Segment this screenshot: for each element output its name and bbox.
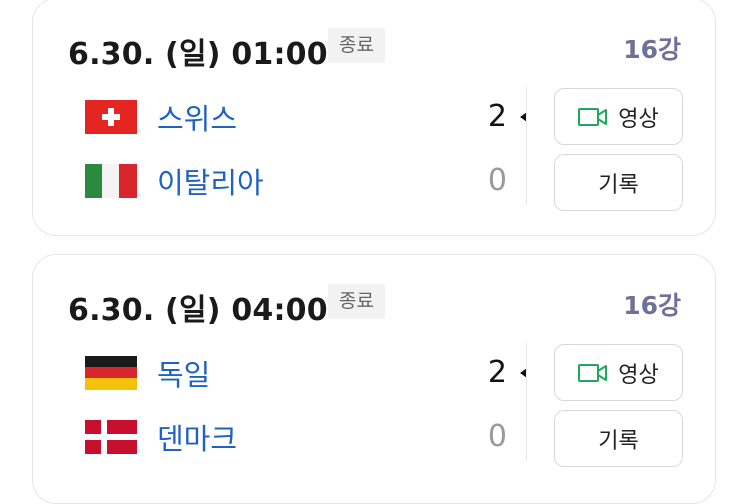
team-score: 2 [487,355,507,390]
video-camera-icon [578,107,608,126]
video-camera-icon [578,363,608,382]
status-badge: 종료 [328,28,385,63]
video-button-label: 영상 [618,362,659,388]
team-score: 0 [487,163,507,198]
video-button[interactable]: 영상 [554,88,683,145]
match-card: 6.30. (일) 04:00 종료 16강 독일 2 덴마크 0 영상 기록 [32,254,716,504]
team-row-away: 덴마크 [85,415,237,459]
switzerland-flag-icon [85,100,137,134]
round-label: 16강 [623,35,681,64]
record-button[interactable]: 기록 [554,154,683,211]
match-datetime: 6.30. (일) 01:00 [68,37,328,72]
divider [526,343,527,461]
denmark-flag-icon [85,420,137,454]
record-button[interactable]: 기록 [554,410,683,467]
team-score: 2 [487,99,507,134]
record-button-label: 기록 [598,428,639,454]
team-score: 0 [487,419,507,454]
team-name-link[interactable]: 독일 [157,352,210,394]
video-button-label: 영상 [618,106,659,132]
divider [526,87,527,205]
status-badge: 종료 [328,284,385,319]
team-row-away: 이탈리아 [85,159,264,203]
team-row-home: 독일 [85,351,210,395]
match-card: 6.30. (일) 01:00 종료 16강 스위스 2 이탈리아 0 영상 기… [32,0,716,236]
team-name-link[interactable]: 스위스 [157,96,237,138]
germany-flag-icon [85,356,137,390]
record-button-label: 기록 [598,172,639,198]
round-label: 16강 [623,291,681,320]
italy-flag-icon [85,164,137,198]
team-row-home: 스위스 [85,95,237,139]
match-datetime: 6.30. (일) 04:00 [68,293,328,328]
team-name-link[interactable]: 이탈리아 [157,160,264,202]
video-button[interactable]: 영상 [554,344,683,401]
team-name-link[interactable]: 덴마크 [157,416,237,458]
